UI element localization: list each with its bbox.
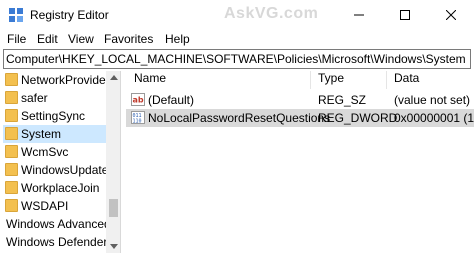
folder-icon	[5, 127, 18, 140]
tree-item-label: WindowsUpdate	[21, 163, 109, 177]
tree-item-label: Windows Defender	[6, 235, 108, 249]
value-name: NoLocalPasswordResetQuestions	[148, 111, 331, 125]
value-type: REG_SZ	[318, 93, 367, 107]
value-name: (Default)	[148, 93, 195, 107]
folder-icon	[5, 181, 18, 194]
key-tree[interactable]: NetworkProvider safer SettingSync System…	[3, 71, 121, 253]
tree-item-wsdapi[interactable]: WSDAPI	[3, 197, 106, 215]
column-divider[interactable]	[386, 71, 387, 89]
tree-item-windowsupdate[interactable]: WindowsUpdate	[3, 161, 109, 179]
minimize-icon	[354, 14, 364, 16]
folder-icon	[5, 163, 18, 176]
menu-favorites[interactable]: Favorites	[104, 32, 153, 46]
folder-icon	[5, 199, 18, 212]
values-list[interactable]: Name Type Data ab (Default) REG_SZ (valu…	[126, 71, 474, 253]
tree-item-label: WcmSvc	[21, 145, 69, 159]
dword-value-icon: 011 110	[131, 111, 145, 124]
tree-item-windows-defender[interactable]: Windows Defender	[3, 233, 108, 251]
tree-scrollbar[interactable]	[106, 71, 120, 253]
close-icon	[446, 10, 456, 20]
column-header-name[interactable]: Name	[134, 71, 166, 89]
address-bar[interactable]: Computer\HKEY_LOCAL_MACHINE\SOFTWARE\Pol…	[3, 49, 471, 69]
maximize-button[interactable]	[382, 0, 428, 30]
close-button[interactable]	[428, 0, 474, 30]
column-divider[interactable]	[310, 71, 311, 89]
window-title: Registry Editor	[30, 8, 109, 22]
tree-item-label: safer	[21, 91, 48, 105]
tree-item-windows-advanced[interactable]: Windows Advanced	[3, 215, 111, 233]
tree-item-wcmsvc[interactable]: WcmSvc	[3, 143, 106, 161]
svg-text:110: 110	[133, 119, 142, 125]
minimize-button[interactable]	[336, 0, 382, 30]
tree-item-workplacejoin[interactable]: WorkplaceJoin	[3, 179, 106, 197]
string-value-icon: ab	[131, 93, 145, 106]
column-header-data[interactable]: Data	[394, 71, 419, 89]
tree-item-safer[interactable]: safer	[3, 89, 106, 107]
tree-item-label: NetworkProvider	[21, 73, 110, 87]
menu-edit[interactable]: Edit	[37, 32, 58, 46]
tree-item-label: WSDAPI	[21, 199, 69, 213]
value-data: 0x00000001 (1)	[394, 111, 474, 125]
column-header-type[interactable]: Type	[318, 71, 344, 89]
tree-item-system[interactable]: System	[3, 125, 106, 143]
value-type: REG_DWORD	[318, 111, 398, 125]
watermark-text: AskVG.com	[224, 5, 319, 22]
tree-item-label: System	[21, 127, 62, 141]
tree-item-label: WorkplaceJoin	[21, 181, 100, 195]
value-row-default[interactable]: ab (Default) REG_SZ (value not set)	[126, 91, 474, 109]
folder-icon	[5, 145, 18, 158]
svg-text:ab: ab	[133, 96, 144, 105]
folder-icon	[5, 109, 18, 122]
scroll-thumb[interactable]	[109, 199, 118, 217]
folder-icon	[5, 73, 18, 86]
tree-item-label: SettingSync	[21, 109, 86, 123]
title-bar[interactable]: Registry Editor AskVG.com	[0, 0, 474, 30]
menu-view[interactable]: View	[68, 32, 94, 46]
scroll-down-icon[interactable]	[110, 244, 118, 249]
maximize-icon	[400, 10, 410, 20]
value-row-nolocalpasswordresetquestions[interactable]: 011 110 NoLocalPasswordResetQuestions RE…	[126, 109, 474, 127]
scroll-up-icon[interactable]	[110, 75, 118, 80]
tree-item-label: Windows Advanced	[6, 217, 111, 231]
menu-file[interactable]: File	[7, 32, 26, 46]
menu-bar: File Edit View Favorites Help	[0, 30, 474, 49]
value-data: (value not set)	[394, 93, 471, 107]
address-path[interactable]: Computer\HKEY_LOCAL_MACHINE\SOFTWARE\Pol…	[6, 52, 466, 66]
menu-help[interactable]: Help	[165, 32, 190, 46]
tree-item-settingsync[interactable]: SettingSync	[3, 107, 106, 125]
folder-icon	[5, 91, 18, 104]
registry-editor-icon	[9, 8, 23, 22]
tree-item-networkprovider[interactable]: NetworkProvider	[3, 71, 110, 89]
